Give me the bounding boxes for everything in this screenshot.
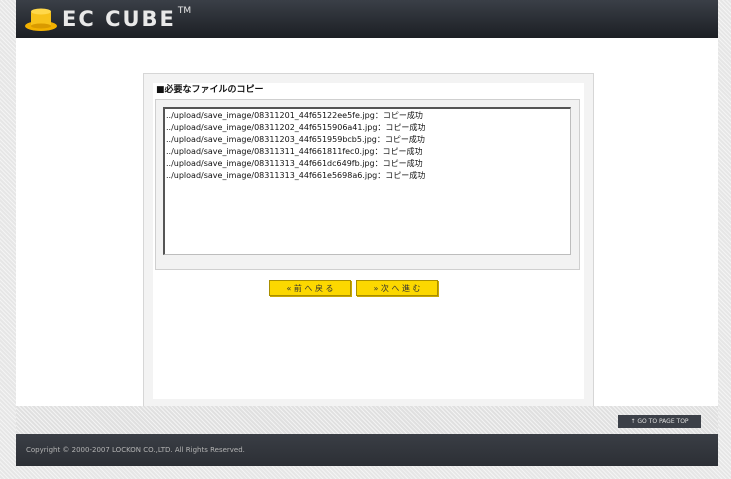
install-panel-inner: ■必要なファイルのコピー ../upload/save_image/083112… [153, 83, 584, 399]
copy-log-textarea[interactable]: ../upload/save_image/08311201_44f65122ee… [163, 107, 571, 255]
log-line: ../upload/save_image/08311311_44f661811f… [166, 147, 423, 156]
header-bar: EC CUBE TM [16, 0, 718, 38]
content-area: ■必要なファイルのコピー ../upload/save_image/083112… [16, 38, 718, 409]
log-line: ../upload/save_image/08311313_44f661dc64… [166, 159, 423, 168]
page-top-bar: ↑ GO TO PAGE TOP [16, 406, 718, 434]
back-button[interactable]: « 前 へ 戻 る [269, 280, 351, 296]
logo-text: EC CUBE [62, 7, 176, 31]
navigation-buttons: « 前 へ 戻 る » 次 へ 進 む [153, 280, 584, 302]
install-panel: ■必要なファイルのコピー ../upload/save_image/083112… [143, 73, 594, 409]
log-line: ../upload/save_image/08311201_44f65122ee… [166, 111, 423, 120]
copyright-text: Copyright © 2000-2007 LOCKON CO.,LTD. Al… [26, 446, 245, 454]
log-line: ../upload/save_image/08311203_44f651959b… [166, 135, 425, 144]
next-button[interactable]: » 次 へ 進 む [356, 280, 438, 296]
log-line: ../upload/save_image/08311313_44f661e569… [166, 171, 426, 180]
log-line: ../upload/save_image/08311202_44f6515906… [166, 123, 426, 132]
cube-hat-icon [25, 8, 57, 31]
logo-trademark: TM [177, 6, 192, 16]
go-to-page-top-button[interactable]: ↑ GO TO PAGE TOP [618, 415, 701, 428]
section-title: ■必要なファイルのコピー [156, 85, 264, 95]
copy-log-panel: ../upload/save_image/08311201_44f65122ee… [155, 99, 580, 270]
footer: Copyright © 2000-2007 LOCKON CO.,LTD. Al… [16, 434, 718, 466]
ec-cube-logo: EC CUBE TM [24, 5, 191, 33]
page-frame: EC CUBE TM ■必要なファイルのコピー ../upload/save_i… [16, 0, 718, 466]
